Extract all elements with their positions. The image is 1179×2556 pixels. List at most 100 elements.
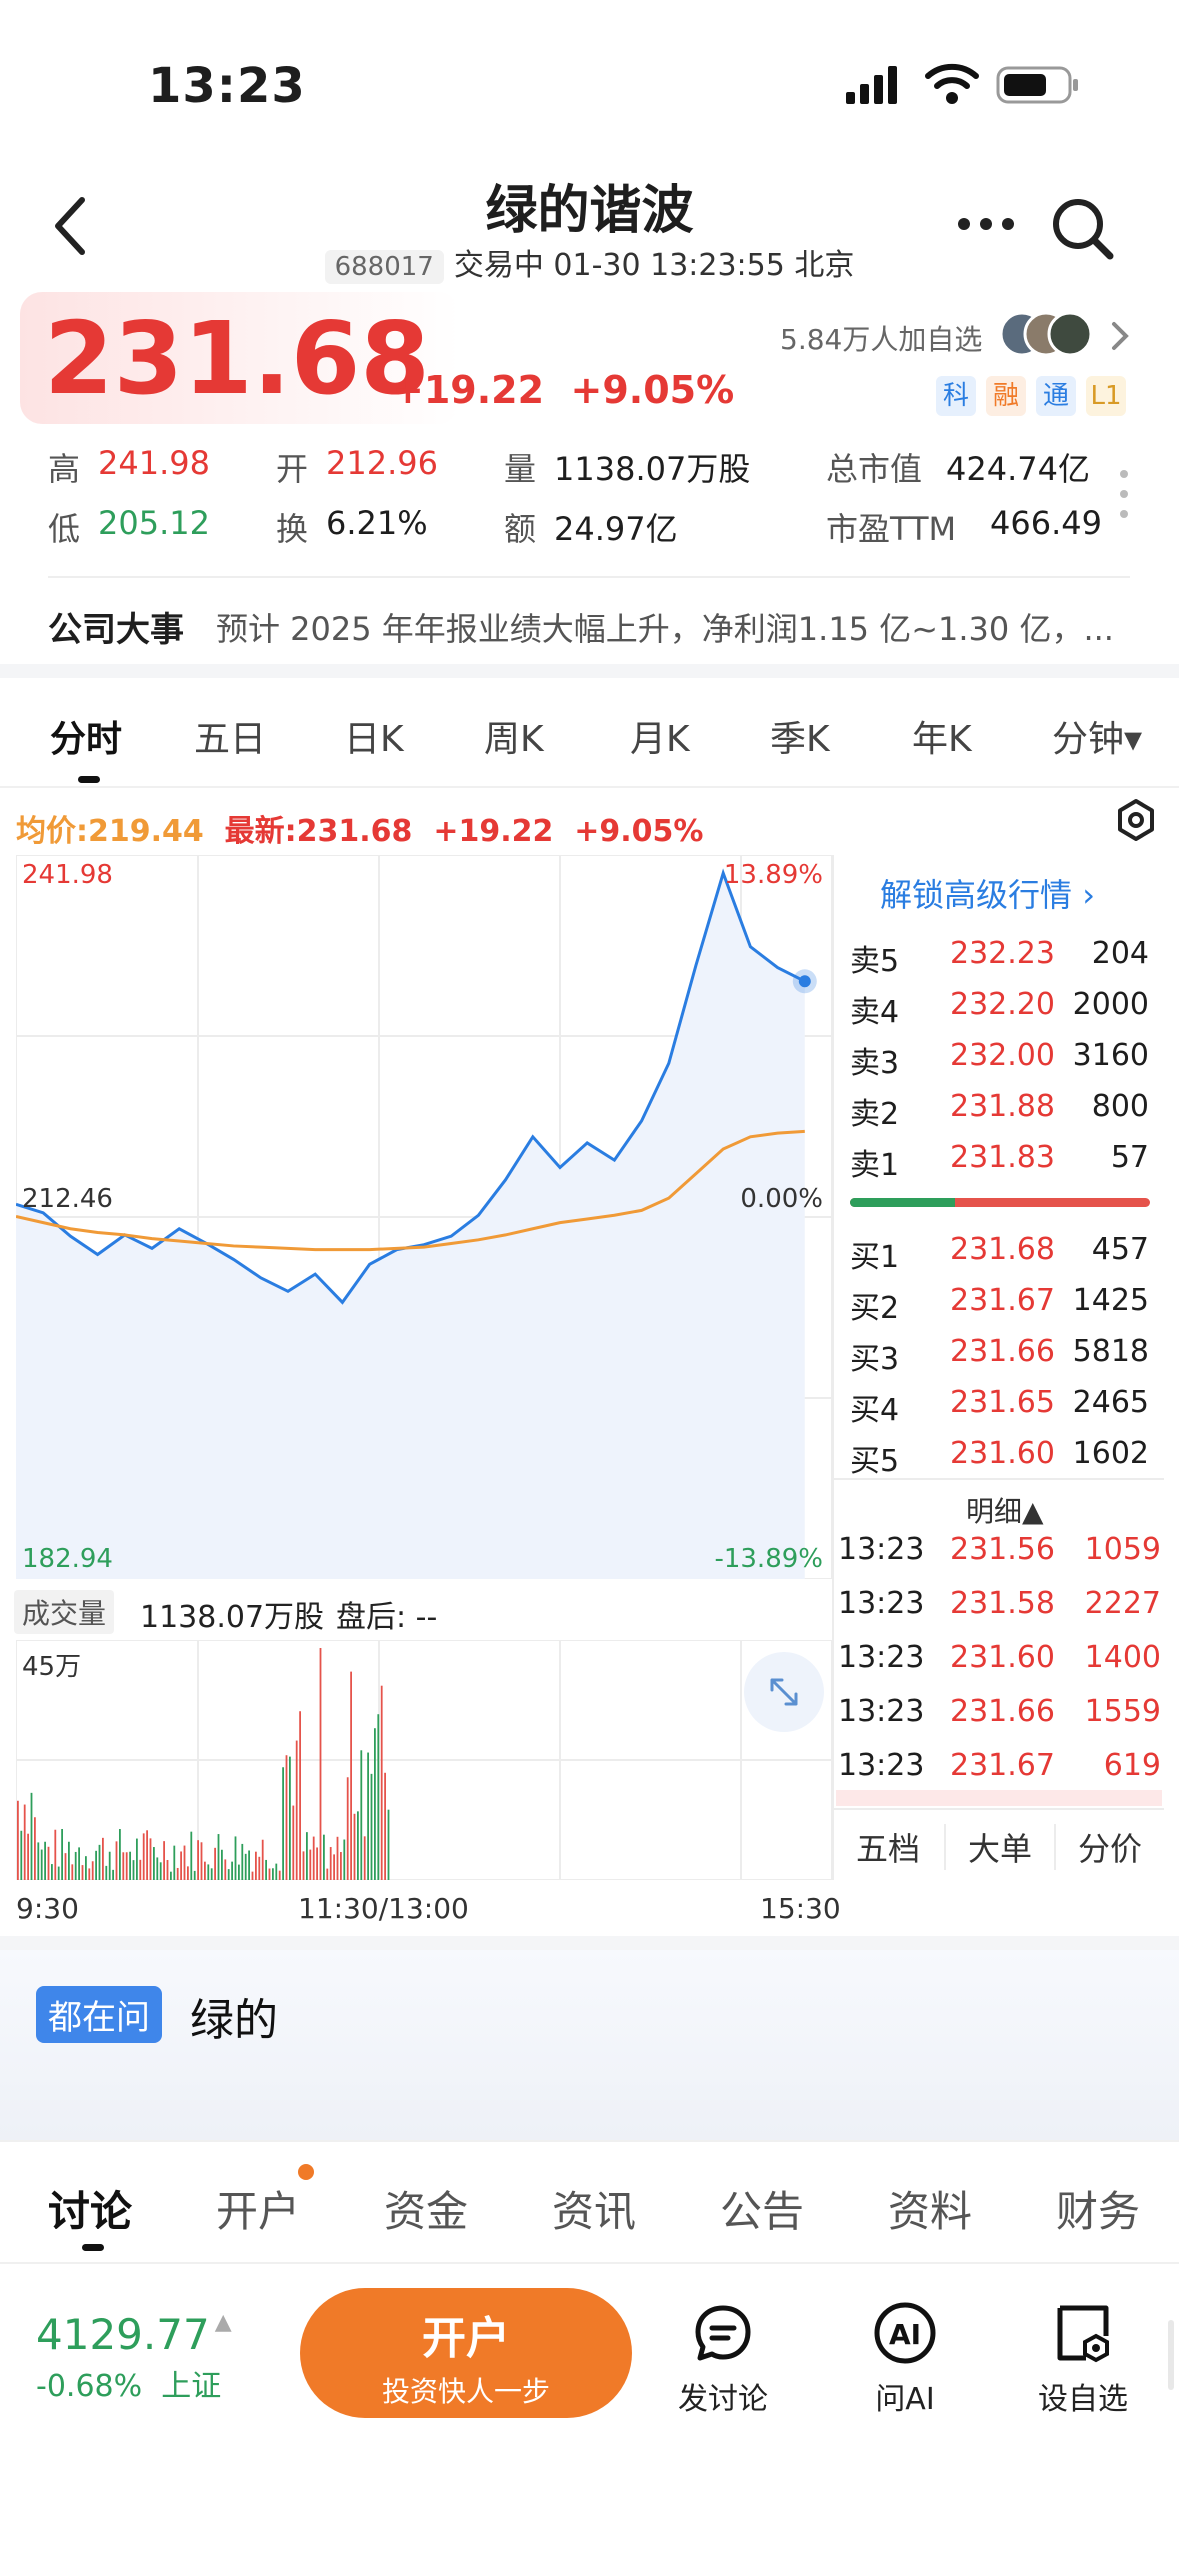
- volume-bar: [302, 1851, 305, 1880]
- volume-bar: [170, 1871, 172, 1880]
- event-label: 公司大事: [48, 610, 184, 650]
- volume-bar: [193, 1870, 196, 1880]
- followers-count[interactable]: 5.84万人加自选: [780, 318, 982, 358]
- bid-vol: 2465: [1072, 1385, 1149, 1420]
- vertical-more-icon[interactable]: [1118, 468, 1130, 524]
- tab-profile[interactable]: 资料: [888, 2178, 972, 2239]
- tab-large-orders[interactable]: 大单: [944, 1824, 1054, 1870]
- event-text[interactable]: 预计 2025 年年报业绩大幅上升，净利润1.15 亿~1.30 亿，...: [216, 604, 1156, 650]
- bid-price: 231.66: [950, 1334, 1055, 1369]
- order-book-border: [832, 855, 834, 1880]
- bid-vol: 1425: [1072, 1283, 1149, 1318]
- tab-announcements[interactable]: 公告: [720, 2178, 804, 2239]
- more-icon[interactable]: [956, 214, 1016, 238]
- bid-ask-ratio-bar: [850, 1198, 1150, 1207]
- tab-intraday[interactable]: 分时: [50, 710, 122, 762]
- chevron-right-icon[interactable]: [1108, 318, 1132, 358]
- tab-daily[interactable]: 日K: [344, 710, 404, 762]
- volume-bar: [265, 1859, 267, 1880]
- volume-bar: [214, 1847, 216, 1880]
- chat-icon[interactable]: [692, 2302, 754, 2368]
- ai-icon[interactable]: AI: [872, 2300, 938, 2370]
- ask-banner[interactable]: 都在问 绿的: [0, 1950, 1179, 2140]
- volume-bar: [224, 1859, 227, 1880]
- ask-label: 卖5: [850, 944, 900, 979]
- battery-icon: [996, 66, 1080, 110]
- trading-status: 交易中 01-30 13:23:55 北京: [453, 248, 855, 283]
- pe-value: 466.49: [990, 504, 1102, 542]
- time-start: 9:30: [16, 1892, 79, 1925]
- tab-quarterly[interactable]: 季K: [770, 710, 830, 762]
- volume-bar: [268, 1868, 271, 1880]
- search-icon[interactable]: [1050, 196, 1116, 266]
- add-watchlist-label[interactable]: 设自选: [1023, 2374, 1143, 2418]
- tag-l1: L1: [1086, 376, 1126, 416]
- index-name: 上证: [161, 2369, 222, 2404]
- bid-vol: 457: [1091, 1232, 1149, 1267]
- trade-price: 231.58: [950, 1586, 1055, 1621]
- high-value: 241.98: [98, 444, 210, 482]
- post-discussion-label[interactable]: 发讨论: [663, 2374, 783, 2418]
- notification-dot: [298, 2164, 314, 2180]
- trade-fade: [836, 1790, 1162, 1806]
- volume-chart[interactable]: [16, 1640, 832, 1880]
- volume-bar: [309, 1849, 312, 1880]
- tab-weekly[interactable]: 周K: [484, 710, 544, 762]
- ask-vol: 3160: [1072, 1038, 1149, 1073]
- volume-bar: [282, 1767, 284, 1880]
- tab-discussion[interactable]: 讨论: [48, 2178, 132, 2239]
- section-divider: [0, 1936, 1179, 1950]
- tab-financials[interactable]: 财务: [1056, 2178, 1168, 2239]
- bid-vol: 1602: [1072, 1436, 1149, 1471]
- tag-tong: 通: [1036, 376, 1076, 416]
- trade-price: 231.60: [950, 1640, 1055, 1675]
- trade-vol: 1059: [1084, 1532, 1161, 1567]
- tab-open-account[interactable]: 开户: [216, 2178, 300, 2239]
- tab-active-indicator: [78, 776, 100, 783]
- tab-news[interactable]: 资讯: [552, 2178, 636, 2239]
- chevron-right-icon: ›: [1082, 876, 1095, 914]
- low-label: 低: [48, 510, 81, 548]
- volume-bar: [20, 1830, 23, 1880]
- volume-bar: [78, 1847, 80, 1880]
- volume-bar: [350, 1671, 352, 1880]
- turnover-label: 换: [276, 510, 309, 548]
- follower-avatars[interactable]: [999, 310, 1096, 362]
- volume-bar: [329, 1847, 332, 1880]
- ask-vol: 204: [1091, 936, 1149, 971]
- tab-active-indicator: [82, 2244, 104, 2251]
- trade-time: 13:23: [838, 1748, 925, 1783]
- index-ticker[interactable]: 4129.77 ▲ -0.68% 上证: [36, 2310, 232, 2405]
- current-price: 231.68: [44, 300, 430, 417]
- tab-price-distribution[interactable]: 分价: [1054, 1824, 1164, 1870]
- trade-detail-toggle[interactable]: 明细▲: [966, 1490, 1044, 1530]
- volume-bar: [142, 1833, 145, 1880]
- tab-minute[interactable]: 分钟▾: [1052, 710, 1142, 762]
- volume-bar: [112, 1869, 114, 1880]
- divider: [48, 576, 1130, 578]
- tab-funds[interactable]: 资金: [384, 2178, 468, 2239]
- volume-bar: [132, 1860, 135, 1880]
- tab-five-levels[interactable]: 五档: [834, 1824, 942, 1870]
- volume-bar: [108, 1851, 111, 1880]
- intraday-chart[interactable]: [16, 855, 832, 1579]
- expand-icon[interactable]: [744, 1652, 824, 1732]
- bid-label: 买3: [850, 1342, 900, 1377]
- ask-text: 绿的: [190, 1995, 278, 2046]
- ask-price: 232.23: [950, 936, 1055, 971]
- volume-bar: [299, 1711, 301, 1880]
- tab-5day[interactable]: 五日: [194, 710, 266, 762]
- tab-monthly[interactable]: 月K: [630, 710, 690, 762]
- trade-vol: 619: [1103, 1748, 1161, 1783]
- open-account-button[interactable]: 开户 投资快人一步: [300, 2288, 632, 2418]
- amount-value: 24.97亿: [554, 510, 678, 548]
- bid-label: 买4: [850, 1393, 900, 1428]
- add-watchlist-icon[interactable]: [1052, 2302, 1114, 2368]
- volume-total: 1138.07万股: [140, 1600, 325, 1635]
- settings-icon[interactable]: [1114, 798, 1158, 846]
- volume-bar: [380, 1685, 383, 1880]
- unlock-advanced-button[interactable]: 解锁高级行情 ›: [880, 870, 1095, 916]
- ask-ai-label[interactable]: 问AI: [845, 2374, 965, 2418]
- volume-bar: [98, 1844, 101, 1880]
- tab-yearly[interactable]: 年K: [912, 710, 972, 762]
